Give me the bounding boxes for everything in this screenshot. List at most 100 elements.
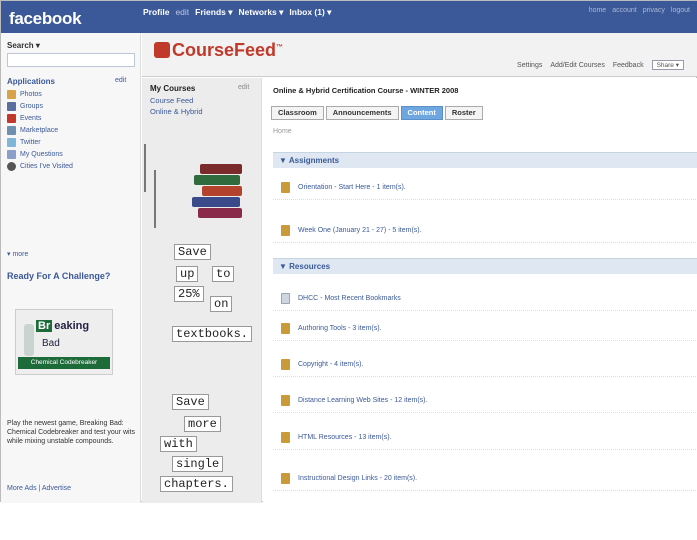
search-label[interactable]: Search ▾ xyxy=(7,41,40,50)
list-item[interactable]: Week One (January 21 - 27) - 5 item(s). xyxy=(273,218,697,243)
feedback-link[interactable]: Feedback xyxy=(613,62,644,69)
applications-edit-link[interactable]: edit xyxy=(115,77,126,84)
search-input[interactable] xyxy=(7,53,135,67)
item-label: Orientation - Start Here - 1 item(s). xyxy=(298,183,406,191)
ad-word: Save xyxy=(174,244,211,260)
ad-image-line1: Br eaking xyxy=(36,320,90,332)
list-item[interactable]: Distance Learning Web Sites - 12 item(s)… xyxy=(273,388,697,413)
folder-icon xyxy=(281,358,290,370)
folder-icon xyxy=(281,322,290,334)
app-item-groups[interactable]: Groups xyxy=(7,101,135,112)
account-links: home account privacy logout xyxy=(589,7,690,14)
applications-title: Applications xyxy=(7,77,56,86)
nav-networks[interactable]: Networks ▾ xyxy=(239,7,284,21)
nav-friends[interactable]: Friends ▾ xyxy=(195,7,232,21)
my-courses-edit-link[interactable]: edit xyxy=(238,84,249,91)
item-label: Authoring Tools - 3 item(s). xyxy=(298,324,382,332)
ad-image[interactable]: Br eaking Bad Chemical Codebreaker xyxy=(15,309,113,375)
list-item[interactable]: Orientation - Start Here - 1 item(s). xyxy=(273,175,697,200)
app-item-cities[interactable]: Cities I've Visited xyxy=(7,161,135,172)
my-courses-title: My Courses xyxy=(150,84,196,93)
events-icon xyxy=(7,114,16,123)
course-item-online-hybrid[interactable]: Online & Hybrid xyxy=(150,107,203,116)
link-account[interactable]: account xyxy=(612,7,637,14)
app-item-marketplace[interactable]: Marketplace xyxy=(7,125,135,136)
textbook-ad[interactable]: Save up to 25% on textbooks. Save more w… xyxy=(154,162,260,540)
nav-profile[interactable]: Profile xyxy=(143,7,169,21)
breadcrumb-home[interactable]: Home xyxy=(273,128,292,135)
item-label: Week One (January 21 - 27) - 5 item(s). xyxy=(298,226,422,234)
course-tabs: Classroom Announcements Content Roster xyxy=(271,106,483,120)
tab-roster[interactable]: Roster xyxy=(444,106,483,120)
decor-line xyxy=(144,144,146,192)
app-label: Cities I've Visited xyxy=(20,163,73,170)
app-label: Twitter xyxy=(20,139,41,146)
ad-word: chapters. xyxy=(160,476,233,492)
marketplace-icon xyxy=(7,126,16,135)
ad-image-bar: Chemical Codebreaker xyxy=(18,357,110,369)
twitter-icon xyxy=(7,138,16,147)
nav-inbox[interactable]: Inbox (1) ▾ xyxy=(289,7,331,21)
app-label: Marketplace xyxy=(20,127,59,134)
app-label: Events xyxy=(20,115,42,122)
ad-word: on xyxy=(210,296,233,312)
app-item-events[interactable]: Events xyxy=(7,113,135,124)
list-item[interactable]: Instructional Design Links - 20 item(s). xyxy=(273,466,697,491)
ad-word: with xyxy=(160,436,197,452)
section-resources[interactable]: ▼ Resources xyxy=(273,258,697,274)
cities-icon xyxy=(7,162,16,171)
top-nav: Profile edit Friends ▾ Networks ▾ Inbox … xyxy=(143,7,331,21)
ad-word: to xyxy=(212,266,235,282)
nav-profile-edit[interactable]: edit xyxy=(175,7,189,21)
folder-icon xyxy=(281,394,290,406)
list-item[interactable]: HTML Resources - 13 item(s). xyxy=(273,425,697,450)
settings-link[interactable]: Settings xyxy=(517,62,542,69)
add-edit-courses-link[interactable]: Add/Edit Courses xyxy=(550,62,604,69)
ad-image-line2: Bad xyxy=(42,338,60,349)
flask-icon xyxy=(24,324,34,356)
document-icon xyxy=(281,292,290,304)
books-icon xyxy=(190,162,248,226)
app-label: My Questions xyxy=(20,151,63,158)
apps-more-link[interactable]: ▾ more xyxy=(7,250,28,258)
tab-content[interactable]: Content xyxy=(400,106,443,120)
list-item[interactable]: DHCC - Most Recent Bookmarks xyxy=(273,286,697,311)
folder-icon xyxy=(281,181,290,193)
app-label: Photos xyxy=(20,91,42,98)
item-label: Copyright - 4 item(s). xyxy=(298,360,364,368)
facebook-topbar: facebook Profile edit Friends ▾ Networks… xyxy=(1,1,697,33)
app-label: Groups xyxy=(20,103,43,110)
item-label: DHCC - Most Recent Bookmarks xyxy=(298,294,401,302)
ad-word: 25% xyxy=(174,286,204,302)
applications-list: Photos Groups Events Marketplace Twitter… xyxy=(7,89,135,173)
groups-icon xyxy=(7,102,16,111)
coursefeed-logo-icon xyxy=(154,42,170,58)
app-item-twitter[interactable]: Twitter xyxy=(7,137,135,148)
list-item[interactable]: Copyright - 4 item(s). xyxy=(273,352,697,377)
coursefeed-logo[interactable]: CourseFeed™ xyxy=(154,40,283,61)
folder-icon xyxy=(281,224,290,236)
app-item-photos[interactable]: Photos xyxy=(7,89,135,100)
share-button[interactable]: Share ▾ xyxy=(651,60,684,70)
section-assignments[interactable]: ▼ Assignments xyxy=(273,152,697,168)
link-logout[interactable]: logout xyxy=(671,7,690,14)
link-home[interactable]: home xyxy=(589,7,607,14)
course-item-feed[interactable]: Course Feed xyxy=(150,96,193,105)
tab-classroom[interactable]: Classroom xyxy=(271,106,324,120)
ad-title[interactable]: Ready For A Challenge? xyxy=(7,271,135,282)
ad-word: textbooks. xyxy=(172,326,253,342)
course-sidebar: My Courses edit Course Feed Online & Hyb… xyxy=(142,78,262,503)
browser-frame: facebook Profile edit Friends ▾ Networks… xyxy=(0,0,697,503)
photos-icon xyxy=(7,90,16,99)
tab-announcements[interactable]: Announcements xyxy=(325,106,399,120)
facebook-sidebar: Search ▾ Applications edit Photos Groups… xyxy=(1,33,141,503)
app-item-my-questions[interactable]: My Questions xyxy=(7,149,135,160)
folder-icon xyxy=(281,472,290,484)
ad-links[interactable]: More Ads | Advertise xyxy=(7,485,71,492)
ad-word: Save xyxy=(172,394,209,410)
facebook-logo[interactable]: facebook xyxy=(9,9,129,33)
course-title: Online & Hybrid Certification Course - W… xyxy=(273,86,459,95)
list-item[interactable]: Authoring Tools - 3 item(s). xyxy=(273,316,697,341)
header-links: Settings Add/Edit Courses Feedback Share… xyxy=(517,60,684,70)
link-privacy[interactable]: privacy xyxy=(643,7,665,14)
